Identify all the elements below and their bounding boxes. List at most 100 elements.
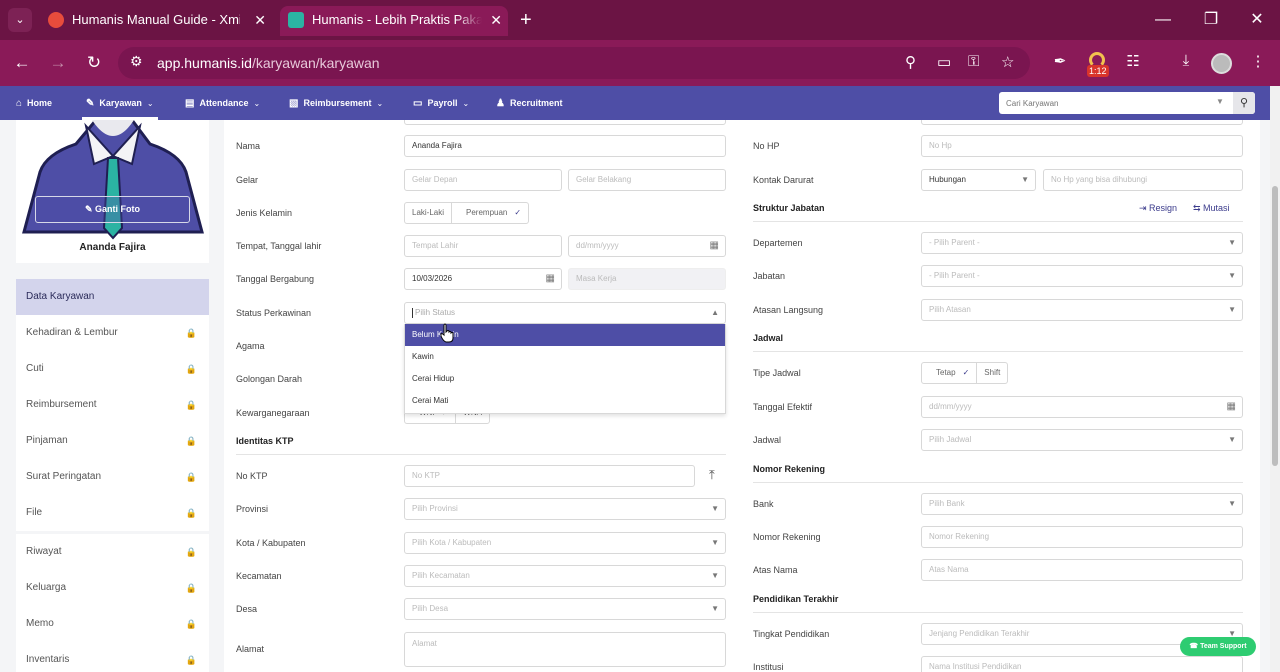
sidebar-item-data-karyawan[interactable]: Data Karyawan [16, 279, 209, 315]
chevron-down-icon[interactable]: ▼ [1216, 97, 1224, 106]
sidebar-item-kehadiran[interactable]: Kehadiran & Lembur 🔒 [16, 315, 209, 351]
desa-select[interactable]: Pilih Desa ▼ [404, 598, 726, 620]
status-perkawinan-select[interactable]: Pilih Status ▲ [404, 302, 726, 324]
timer-extension-icon[interactable]: 1:12 [1087, 52, 1109, 77]
profile-avatar[interactable] [1211, 53, 1232, 74]
atas-nama-input[interactable]: Atas Nama [921, 559, 1243, 581]
atasan-select[interactable]: Pilih Atasan ▼ [921, 299, 1243, 321]
change-photo-button[interactable]: ✎ Ganti Foto [35, 196, 190, 223]
page-scrollbar[interactable] [1270, 86, 1280, 672]
sidebar-item-cuti[interactable]: Cuti 🔒 [16, 351, 209, 387]
chevron-up-icon: ▲ [711, 308, 719, 317]
forward-icon[interactable]: → [46, 51, 70, 75]
nav-recruitment[interactable]: ♟ Recruitment [496, 86, 562, 120]
reload-icon[interactable]: ↻ [82, 51, 106, 75]
kecamatan-label: Kecamatan [236, 571, 282, 581]
sidebar-item-label: Riwayat [26, 546, 62, 557]
kecamatan-select[interactable]: Pilih Kecamatan ▼ [404, 565, 726, 587]
sidebar-item-inventaris[interactable]: Inventaris 🔒 [16, 642, 209, 672]
hubungan-select[interactable]: Hubungan ▼ [921, 169, 1036, 191]
provinsi-select[interactable]: Pilih Provinsi ▼ [404, 498, 726, 520]
select-placeholder: - Pilih Parent - [929, 238, 980, 247]
download-icon[interactable]: ⤓ [1175, 52, 1197, 69]
bank-select[interactable]: Pilih Bank ▼ [921, 493, 1243, 515]
lock-icon: 🔒 [185, 328, 197, 338]
nav-label: Reimbursement [303, 98, 372, 108]
sidebar-item-riwayat[interactable]: Riwayat 🔒 [16, 534, 209, 570]
calendar-icon[interactable]: ▦ [1227, 397, 1236, 417]
sidebar-item-surat-peringatan[interactable]: Surat Peringatan 🔒 [16, 459, 209, 495]
browser-tab-xmind[interactable]: Humanis Manual Guide - Xmind ✕ [40, 6, 272, 36]
nav-payroll[interactable]: ▭ Payroll ⌄ [413, 86, 469, 120]
gender-option-laki[interactable]: Laki-Laki [405, 203, 453, 223]
tanggal-efektif-input[interactable]: dd/mm/yyyy ▦ [921, 396, 1243, 418]
status-option-cerai-mati[interactable]: Cerai Mati [405, 390, 725, 412]
sidebar-item-label: Inventaris [26, 654, 70, 665]
address-bar[interactable]: ⚙ app.humanis.id/karyawan/karyawan ⚲ ▭ ⚿… [118, 47, 1030, 79]
departemen-select[interactable]: - Pilih Parent - ▼ [921, 232, 1243, 254]
nomor-rekening-input[interactable]: Nomor Rekening [921, 526, 1243, 548]
nomor-rekening-label: Nomor Rekening [753, 532, 821, 542]
extensions-puzzle-icon[interactable]: ☷ [1122, 52, 1144, 70]
sidebar-item-reimbursement[interactable]: Reimbursement 🔒 [16, 387, 209, 423]
alamat-textarea[interactable]: Alamat [404, 632, 726, 667]
jenis-kelamin-label: Jenis Kelamin [236, 208, 293, 218]
install-app-icon[interactable]: ▭ [937, 53, 951, 71]
sidebar-item-memo[interactable]: Memo 🔒 [16, 606, 209, 642]
tanggal-lahir-input[interactable]: dd/mm/yyyy ▦ [568, 235, 726, 257]
jadwal-select[interactable]: Pilih Jadwal ▼ [921, 429, 1243, 451]
gelar-depan-input[interactable]: Gelar Depan [404, 169, 562, 191]
tipe-jadwal-tetap[interactable]: ✓ Tetap [922, 363, 978, 383]
status-option-kawin[interactable]: Kawin [405, 346, 725, 368]
calendar-icon[interactable]: ▦ [710, 236, 719, 256]
sidebar-item-pinjaman[interactable]: Pinjaman 🔒 [16, 423, 209, 459]
close-tab-icon[interactable]: ✕ [490, 6, 502, 34]
tipe-jadwal-shift[interactable]: Shift [977, 363, 1007, 383]
close-tab-icon[interactable]: ✕ [254, 6, 266, 34]
nav-reimbursement[interactable]: ▧ Reimbursement ⌄ [289, 86, 383, 120]
password-key-icon[interactable]: ⚿ [968, 53, 979, 70]
tanggal-bergabung-input[interactable]: 10/03/2026 ▦ [404, 268, 562, 290]
new-tab-icon[interactable]: + [520, 8, 532, 32]
zoom-icon[interactable]: ⚲ [905, 53, 916, 71]
nav-home[interactable]: ⌂ Home [16, 86, 52, 120]
employee-search-input[interactable] [999, 92, 1231, 114]
cut-off-field[interactable] [404, 120, 726, 125]
bookmark-star-icon[interactable]: ☆ [1001, 53, 1014, 71]
tempat-lahir-input[interactable]: Tempat Lahir [404, 235, 562, 257]
sidebar-item-file[interactable]: File 🔒 [16, 495, 209, 531]
mutasi-link[interactable]: ⇆ Mutasi [1193, 203, 1230, 214]
nama-input[interactable]: Ananda Fajira [404, 135, 726, 157]
no-ktp-input[interactable]: No KTP [404, 465, 695, 487]
restore-icon[interactable]: ❐ [1196, 6, 1226, 34]
gelar-belakang-input[interactable]: Gelar Belakang [568, 169, 726, 191]
nav-attendance[interactable]: ▤ Attendance ⌄ [185, 86, 260, 120]
nav-karyawan[interactable]: ✎ Karyawan ⌄ [82, 86, 158, 120]
sidebar-item-label: Pinjaman [26, 435, 68, 446]
calendar-icon[interactable]: ▦ [546, 269, 555, 289]
back-icon[interactable]: ← [10, 51, 34, 75]
feather-extension-icon[interactable]: ✒ [1049, 52, 1071, 70]
team-support-button[interactable]: ☎ Team Support [1180, 637, 1256, 656]
kontak-darurat-input[interactable]: No Hp yang bisa dihubungi [1043, 169, 1243, 191]
browser-menu-icon[interactable]: ⋮ [1247, 52, 1269, 70]
kota-select[interactable]: Pilih Kota / Kabupaten ▼ [404, 532, 726, 554]
scrollbar-thumb[interactable] [1272, 186, 1278, 466]
browser-tab-humanis[interactable]: Humanis - Lebih Praktis Pakai HRIS ✕ [280, 6, 508, 36]
sidebar-item-keluarga[interactable]: Keluarga 🔒 [16, 570, 209, 606]
cut-off-field[interactable] [921, 120, 1243, 125]
ttl-label: Tempat, Tanggal lahir [236, 241, 322, 251]
resign-link[interactable]: ⇥ Resign [1139, 203, 1177, 214]
institusi-input[interactable]: Nama Institusi Pendidikan [921, 656, 1243, 672]
jabatan-select[interactable]: - Pilih Parent - ▼ [921, 265, 1243, 287]
gender-option-perempuan[interactable]: ✓ Perempuan [452, 203, 528, 223]
status-option-cerai-hidup[interactable]: Cerai Hidup [405, 368, 725, 390]
no-hp-input[interactable]: No Hp [921, 135, 1243, 157]
chevron-down-icon: ▼ [1228, 238, 1236, 247]
window-close-icon[interactable]: ✕ [1242, 6, 1272, 34]
upload-icon[interactable]: ⤒ [709, 467, 715, 483]
search-icon[interactable]: ⚲ [1233, 92, 1255, 114]
minimize-icon[interactable]: — [1148, 6, 1178, 34]
site-info-icon[interactable]: ⚙ [130, 53, 143, 70]
tab-search-chevron-icon[interactable]: ⌄ [8, 8, 32, 32]
